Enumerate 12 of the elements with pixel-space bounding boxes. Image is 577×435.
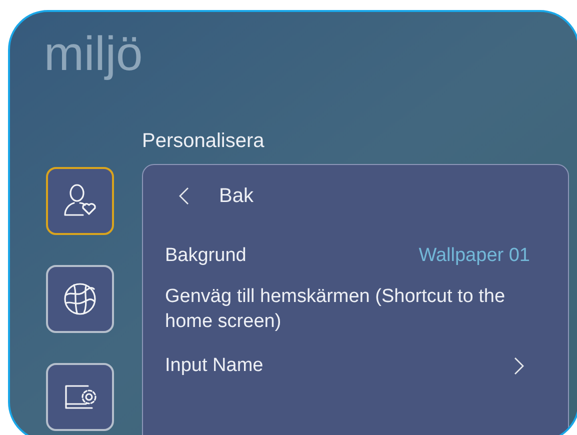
sidebar-button[interactable] bbox=[46, 265, 114, 333]
app-title: miljö bbox=[44, 27, 144, 83]
sidebar-button[interactable] bbox=[46, 167, 114, 235]
back-chevron-icon[interactable] bbox=[179, 187, 189, 205]
chevron-right-icon[interactable] bbox=[514, 357, 524, 375]
sidebar-button[interactable] bbox=[46, 363, 114, 431]
setting-value: Wallpaper 01 bbox=[418, 244, 530, 268]
setting-label[interactable]: Bakgrund bbox=[165, 242, 246, 270]
setting-label[interactable]: Genväg till hemskärmen (Shortcut to the home screen) bbox=[165, 284, 518, 334]
back-label[interactable]: Bak bbox=[219, 181, 254, 211]
section-title: Personalisera bbox=[142, 129, 266, 153]
setting-label[interactable]: Input Name bbox=[165, 352, 264, 380]
